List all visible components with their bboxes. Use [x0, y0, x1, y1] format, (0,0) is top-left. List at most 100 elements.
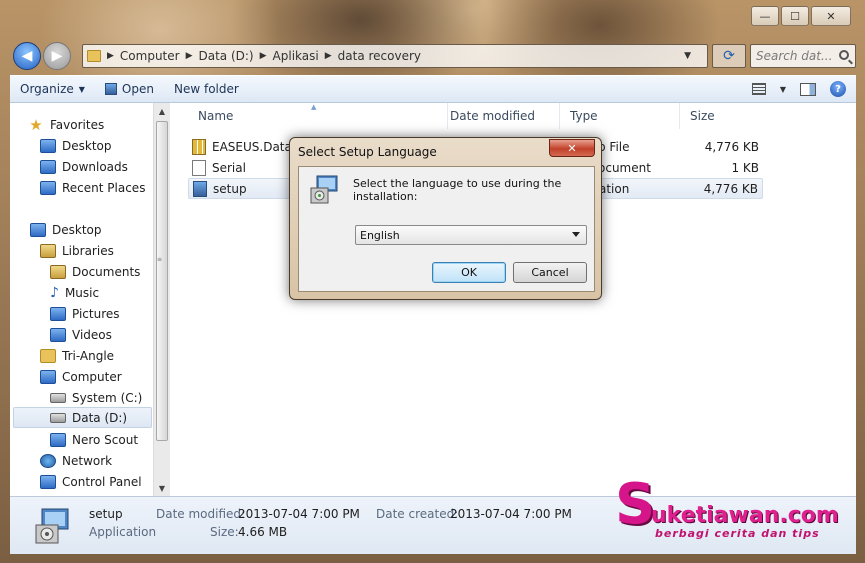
sidebar-item-libraries[interactable]: Libraries [40, 240, 152, 261]
ok-button[interactable]: OK [432, 262, 506, 283]
document-icon [192, 159, 206, 176]
sidebar-item-nero-scout[interactable]: Nero Scout [50, 429, 152, 450]
view-options-chevron-icon[interactable]: ▼ [780, 85, 786, 94]
cancel-button[interactable]: Cancel [513, 262, 587, 283]
setup-icon [35, 508, 69, 544]
column-header-name[interactable]: Name [188, 103, 448, 129]
sidebar-item-tri-angle[interactable]: Tri-Angle [40, 345, 152, 366]
help-icon[interactable]: ? [830, 81, 846, 97]
chevron-down-icon: ▼ [78, 84, 85, 94]
forward-button[interactable]: ▶ [43, 42, 71, 70]
new-folder-label: New folder [173, 82, 239, 96]
sidebar-item-documents[interactable]: Documents [50, 261, 152, 282]
sidebar-item-favorites[interactable]: ★ Favorites [28, 114, 152, 135]
column-header-type[interactable]: Type [560, 103, 680, 129]
minimize-button[interactable]: — [751, 6, 779, 26]
breadcrumb-data-recovery[interactable]: data recovery [338, 49, 421, 63]
sidebar-item-data-d[interactable]: Data (D:) [13, 407, 152, 428]
select-language-dialog: Select Setup Language ✕ Select the langu… [289, 137, 602, 300]
sidebar-item-label: System (C:) [72, 390, 143, 405]
sidebar-item-label: Desktop [52, 222, 102, 237]
sidebar-item-pictures[interactable]: Pictures [50, 303, 152, 324]
control-panel-icon [40, 474, 56, 489]
breadcrumb-separator-icon[interactable]: ▶ [325, 51, 332, 61]
scroll-down-icon[interactable]: ▼ [154, 480, 170, 496]
setup-icon [193, 180, 207, 197]
breadcrumb-computer[interactable]: Computer [120, 49, 180, 63]
navigation-bar: ◀ ▶ ▶ Computer ▶ Data (D:) ▶ Aplikasi ▶ … [10, 40, 856, 72]
breadcrumb-separator-icon[interactable]: ▶ [260, 51, 267, 61]
dialog-title: Select Setup Language [298, 145, 437, 159]
scrollbar-grip-icon: ≡ [157, 256, 163, 263]
file-type: p File [598, 139, 630, 154]
folder-icon [87, 50, 101, 62]
sidebar-item-downloads[interactable]: Downloads [40, 156, 152, 177]
open-label: Open [121, 82, 154, 96]
scrollbar-thumb[interactable] [156, 121, 168, 441]
dialog-close-button[interactable]: ✕ [549, 139, 595, 157]
column-header-size[interactable]: Size [680, 103, 800, 129]
organize-label: Organize [20, 82, 74, 96]
details-date-created: 2013-07-04 7:00 PM [450, 507, 572, 521]
sidebar-item-recent-places[interactable]: Recent Places [40, 177, 152, 198]
dialog-body: Select the language to use during the in… [298, 166, 595, 292]
user-folder-icon [40, 348, 56, 363]
watermark-logo-letter: S [615, 472, 656, 537]
back-arrow-icon: ◀ [21, 48, 33, 64]
sidebar-item-label: Videos [72, 327, 112, 342]
search-icon[interactable] [839, 50, 849, 60]
sidebar-item-music[interactable]: ♪ Music [50, 282, 152, 303]
close-button[interactable]: ✕ [811, 6, 851, 26]
drive-icon [50, 392, 66, 403]
application-icon [104, 83, 117, 95]
sidebar-item-control-panel[interactable]: Control Panel [40, 471, 152, 492]
sidebar-item-label: Data (D:) [72, 410, 128, 425]
change-view-icon[interactable] [751, 83, 766, 95]
sidebar-item-label: Documents [72, 264, 141, 279]
sidebar-item-desktop[interactable]: Desktop [30, 219, 152, 240]
breadcrumb-separator-icon[interactable]: ▶ [107, 51, 114, 61]
refresh-icon: ⟳ [723, 48, 735, 64]
sidebar-item-desktop-fav[interactable]: Desktop [40, 135, 152, 156]
search-input[interactable]: Search dat... [750, 44, 856, 68]
breadcrumb-separator-icon[interactable]: ▶ [186, 51, 193, 61]
dialog-message: Select the language to use during the in… [353, 177, 562, 203]
maximize-button[interactable]: ☐ [781, 6, 809, 26]
watermark-logo: S uketiawan.com berbagi cerita dan tips [615, 472, 839, 545]
sidebar-item-label: Computer [62, 369, 122, 384]
sidebar-item-computer[interactable]: Computer [40, 366, 152, 387]
recent-places-icon [40, 180, 56, 195]
scroll-up-icon[interactable]: ▲ [154, 103, 170, 119]
refresh-button[interactable]: ⟳ [712, 44, 746, 68]
sidebar-item-system-c[interactable]: System (C:) [50, 387, 152, 408]
breadcrumb-aplikasi[interactable]: Aplikasi [273, 49, 319, 63]
sidebar-item-label: Control Panel [62, 474, 142, 489]
sidebar-item-label: Desktop [62, 138, 112, 153]
navigation-scrollbar[interactable]: ▲ ≡ ▼ [153, 103, 170, 496]
sidebar-item-label: Pictures [72, 306, 120, 321]
language-select[interactable]: English [355, 225, 587, 245]
desktop-icon [40, 138, 56, 153]
details-file-name: setup [89, 507, 123, 521]
back-button[interactable]: ◀ [13, 42, 41, 70]
breadcrumb-data-d[interactable]: Data (D:) [199, 49, 254, 63]
details-date-modified: 2013-07-04 7:00 PM [238, 507, 360, 521]
sidebar-item-videos[interactable]: Videos [50, 324, 152, 345]
navigation-pane: ★ Favorites Desktop Downloads Recent Pla… [10, 103, 153, 496]
address-dropdown-icon[interactable]: ▼ [684, 51, 691, 61]
organize-button[interactable]: Organize ▼ [10, 76, 95, 102]
column-header-date-modified[interactable]: Date modified [440, 103, 560, 129]
sidebar-item-label: Tri-Angle [62, 348, 115, 363]
language-select-value: English [360, 228, 400, 242]
sidebar-item-label: Downloads [62, 159, 128, 174]
file-size: 4,776 KB [704, 139, 759, 154]
address-bar[interactable]: ▶ Computer ▶ Data (D:) ▶ Aplikasi ▶ data… [82, 44, 708, 68]
preview-pane-icon[interactable] [800, 82, 816, 96]
open-button[interactable]: Open [95, 76, 164, 102]
new-folder-button[interactable]: New folder [164, 76, 249, 102]
watermark-site: uketiawan.com [651, 503, 839, 528]
sidebar-item-network[interactable]: Network [40, 450, 152, 471]
setup-icon [310, 175, 338, 204]
watermark-tagline: berbagi cerita dan tips [655, 527, 820, 540]
zip-icon [192, 138, 206, 155]
